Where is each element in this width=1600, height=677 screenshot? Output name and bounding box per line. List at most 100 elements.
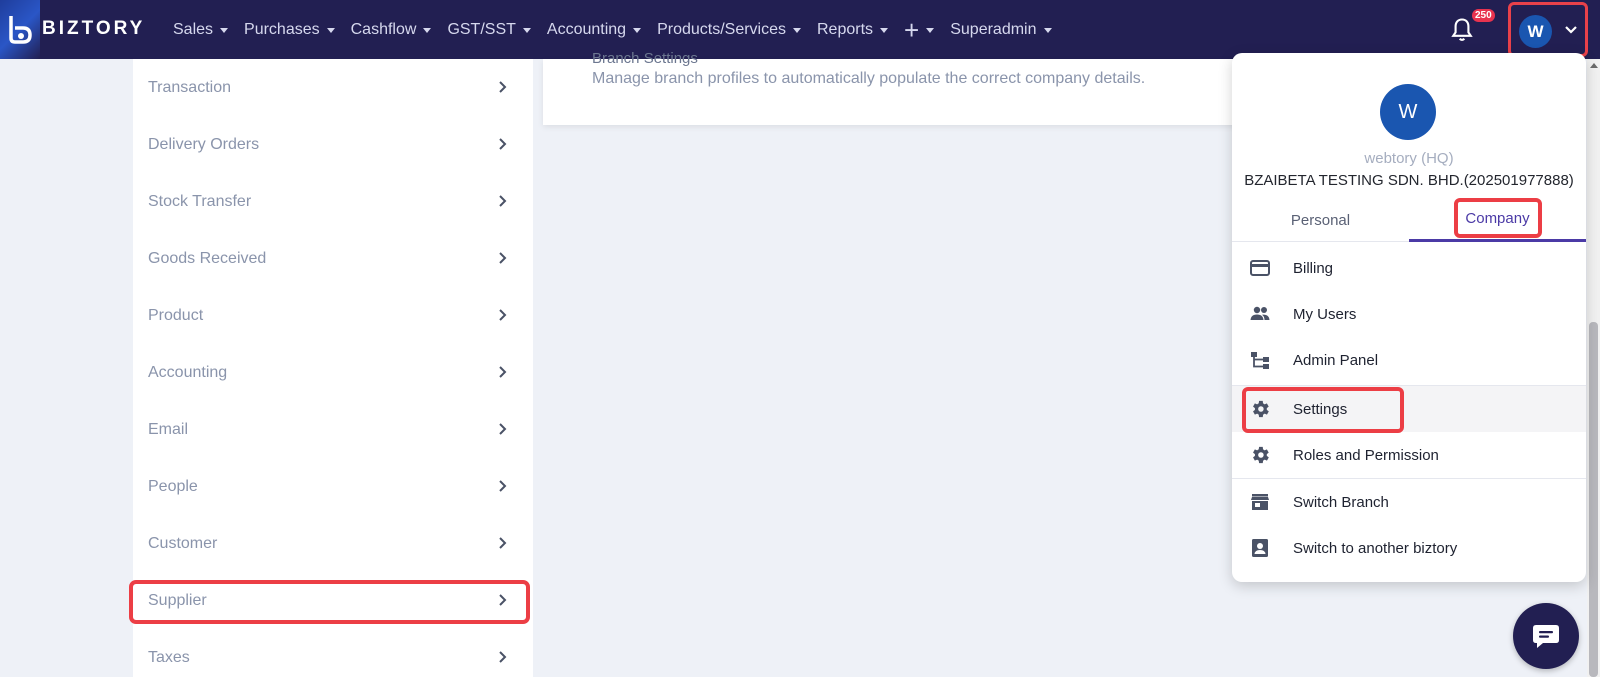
nav-purchases-label: Purchases (244, 20, 320, 38)
sidebar-item-label: Customer (148, 534, 218, 552)
chevron-right-icon (499, 252, 507, 264)
caret-down-icon (793, 28, 801, 33)
caret-down-icon (926, 28, 935, 33)
plus-icon: + (904, 14, 920, 45)
chevron-right-icon (499, 537, 507, 549)
chevron-right-icon (499, 81, 507, 93)
sidebar-item-people[interactable]: People (133, 458, 533, 515)
chevron-right-icon (499, 366, 507, 378)
sidebar-item-label: Goods Received (148, 249, 267, 267)
gear-icon (1253, 446, 1269, 464)
chevron-right-icon (499, 480, 507, 492)
user-dropdown-menu: W webtory (HQ) BZAIBETA TESTING SDN. BHD… (1232, 53, 1586, 582)
tab-personal[interactable]: Personal (1232, 198, 1409, 242)
chevron-right-icon (499, 309, 507, 321)
supplier-highlight-box (129, 580, 530, 624)
notification-badge: 250 (1472, 9, 1495, 22)
sidebar-item-label: Product (148, 306, 204, 324)
nav-gst-sst[interactable]: GST/SST (447, 20, 531, 39)
chevron-down-icon (1565, 26, 1577, 34)
menu-item-label: My Users (1293, 305, 1357, 323)
hierarchy-icon (1251, 352, 1269, 369)
menu-item-label: Switch to another biztory (1293, 539, 1458, 557)
sidebar-item-label: Stock Transfer (148, 192, 252, 210)
caret-down-icon (326, 28, 335, 33)
dropdown-user-name: webtory (HQ) (1364, 150, 1454, 167)
sidebar-item-transaction[interactable]: Transaction (133, 59, 533, 116)
nav-cashflow-label: Cashflow (350, 20, 417, 38)
company-tab-highlight-box (1454, 198, 1542, 238)
profile-tabs: Personal Company (1232, 198, 1586, 242)
nav-superadmin-label: Superadmin (950, 20, 1037, 38)
sidebar-item-customer[interactable]: Customer (133, 515, 533, 572)
logo-icon (9, 16, 32, 44)
nav-gst-sst-label: GST/SST (447, 20, 516, 38)
card-title: Branch Settings (592, 50, 698, 67)
sidebar-item-delivery-orders[interactable]: Delivery Orders (133, 116, 533, 173)
nav-products-services[interactable]: Products/Services (657, 21, 801, 39)
sidebar-item-email[interactable]: Email (133, 401, 533, 458)
menu-item-label: Billing (1293, 259, 1334, 277)
sidebar-item-label: Email (148, 420, 189, 438)
sidebar-item-goods-received[interactable]: Goods Received (133, 230, 533, 287)
dropdown-company-name: BZAIBETA TESTING SDN. BHD.(202501977888) (1244, 172, 1574, 189)
brand-name: BIZTORY (42, 18, 146, 39)
sidebar-item-label: Transaction (148, 78, 231, 96)
nav-purchases[interactable]: Purchases (244, 21, 335, 39)
sidebar-item-taxes[interactable]: Taxes (133, 629, 533, 677)
branch-settings-card[interactable]: Branch Settings Manage branch profiles t… (543, 50, 1243, 125)
chat-support-button[interactable] (1513, 603, 1579, 669)
caret-down-icon (423, 28, 432, 33)
caret-down-icon (522, 28, 531, 33)
menu-item-switch-biztory[interactable]: Switch to another biztory (1232, 525, 1586, 571)
nav-sales-label: Sales (173, 20, 214, 38)
scrollbar-thumb[interactable] (1589, 322, 1598, 677)
menu-item-switch-branch[interactable]: Switch Branch (1232, 479, 1586, 525)
nav-accounting[interactable]: Accounting (546, 20, 642, 39)
caret-down-icon (220, 28, 229, 33)
sidebar-item-label: Accounting (148, 363, 228, 381)
menu-item-my-users[interactable]: My Users (1232, 291, 1586, 337)
brand-logo[interactable]: BIZTORY (0, 0, 160, 59)
sidebar-item-label: People (148, 477, 198, 495)
chat-icon (1533, 625, 1559, 648)
menu-item-billing[interactable]: Billing (1232, 245, 1586, 291)
menu-item-label: Roles and Permission (1293, 446, 1439, 464)
nav-products-services-label: Products/Services (657, 20, 786, 38)
caret-down-icon (1043, 28, 1052, 33)
sidebar-item-label: Delivery Orders (148, 135, 260, 153)
top-navbar: BIZTORY Sales Purchases Cashflow GST/SST… (0, 0, 1600, 59)
menu-item-admin-panel[interactable]: Admin Panel (1232, 337, 1586, 383)
chevron-right-icon (499, 195, 507, 207)
chevron-right-icon (499, 423, 507, 435)
nav-quick-add[interactable]: + (904, 14, 935, 45)
settings-highlight-box (1242, 387, 1404, 433)
nav-reports[interactable]: Reports (817, 20, 889, 39)
contact-card-icon (1252, 539, 1268, 557)
card-description: Manage branch profiles to automatically … (592, 70, 1146, 87)
sidebar-item-stock-transfer[interactable]: Stock Transfer (133, 173, 533, 230)
sidebar-item-product[interactable]: Product (133, 287, 533, 344)
nav-cashflow[interactable]: Cashflow (351, 21, 432, 39)
nav-accounting-label: Accounting (546, 20, 627, 38)
chevron-right-icon (499, 138, 507, 150)
store-icon (1251, 494, 1269, 510)
menu-item-label: Switch Branch (1293, 493, 1389, 511)
chevron-right-icon (499, 651, 507, 663)
menu-item-settings[interactable]: Settings (1232, 386, 1586, 433)
menu-item-label: Admin Panel (1293, 351, 1379, 369)
bell-icon[interactable] (1448, 16, 1476, 44)
caret-down-icon (633, 28, 642, 33)
nav-sales[interactable]: Sales (173, 20, 229, 39)
dropdown-avatar: W (1380, 84, 1436, 140)
sidebar-item-accounting[interactable]: Accounting (133, 344, 533, 401)
scroll-up-arrow-icon[interactable] (1590, 63, 1598, 68)
nav-superadmin[interactable]: Superadmin (950, 20, 1052, 39)
caret-down-icon (880, 28, 889, 33)
menu-item-roles-permission[interactable]: Roles and Permission (1232, 432, 1586, 478)
avatar: W (1519, 15, 1552, 48)
user-menu-button[interactable]: W (1508, 2, 1588, 57)
users-icon (1250, 306, 1270, 320)
nav-reports-label: Reports (817, 20, 874, 38)
sidebar-item-label: Taxes (148, 648, 190, 666)
